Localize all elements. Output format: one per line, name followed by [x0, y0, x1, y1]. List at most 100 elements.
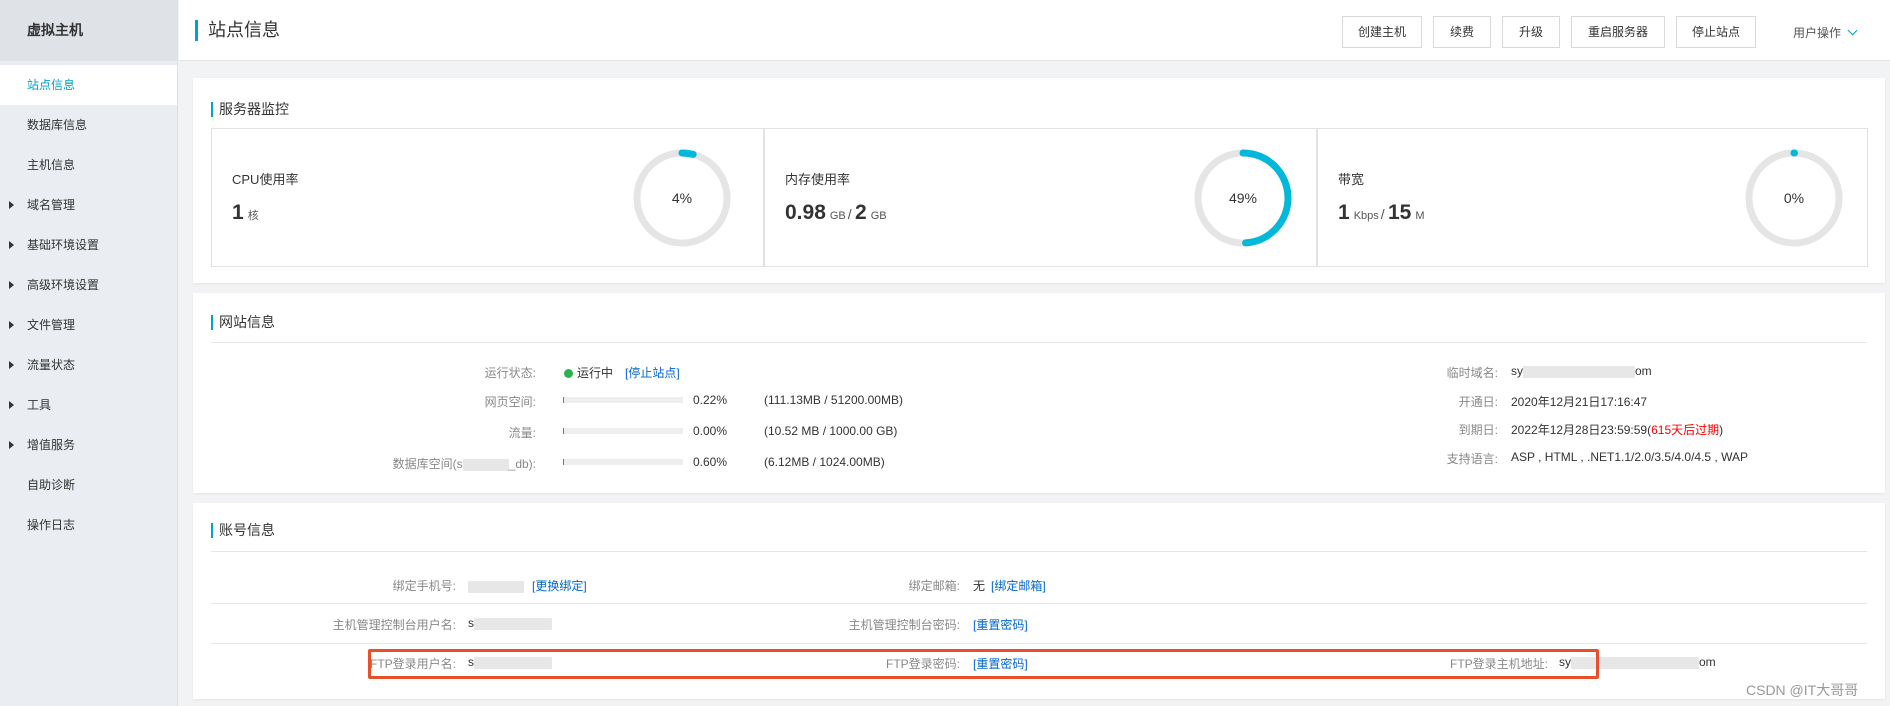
db-space-detail: (6.12MB / 1024.00MB)	[764, 455, 885, 469]
expand-arrow-icon	[9, 361, 14, 369]
web-space-progress	[563, 397, 683, 403]
traffic-label: 流量:	[508, 426, 536, 440]
create-host-button[interactable]: 创建主机	[1342, 16, 1422, 48]
restart-server-button[interactable]: 重启服务器	[1571, 16, 1665, 48]
change-binding-link[interactable]: [更换绑定]	[532, 579, 587, 593]
expire-date-label: 到期日:	[1458, 423, 1498, 437]
watermark: CSDN @IT大哥哥	[1746, 682, 1859, 698]
languages-value: ASP , HTML , .NET1.1/2.0/3.5/4.0/4.5 , W…	[1511, 450, 1748, 464]
stop-site-link[interactable]: [停止站点]	[625, 366, 680, 380]
website-info-panel: 网站信息 运行状态: 运行中 [停止站点] 网页空间: 0.22% (111.13…	[193, 293, 1885, 493]
divider	[211, 551, 1867, 552]
stop-site-button[interactable]: 停止站点	[1676, 16, 1756, 48]
divider	[211, 643, 1867, 644]
memory-usage-label: 内存使用率	[785, 172, 851, 187]
user-actions-menu[interactable]: 用户操作	[1793, 24, 1858, 41]
cpu-percent-text: 4%	[671, 190, 693, 206]
sidebar-item-database-info[interactable]: 数据库信息	[0, 105, 177, 145]
upgrade-button[interactable]: 升级	[1502, 16, 1560, 48]
sidebar-title: 虚拟主机	[0, 0, 177, 61]
temp-domain-prefix: sy	[1511, 364, 1523, 378]
memory-value: 0.98 GB/ 2 GB	[785, 201, 889, 225]
expand-arrow-icon	[9, 401, 14, 409]
sidebar-item-site-info[interactable]: 站点信息	[0, 65, 177, 105]
sidebar-item-label: 高级环境设置	[27, 278, 100, 292]
temp-domain-value: sy om	[1511, 364, 1652, 378]
bandwidth-used: 1	[1338, 201, 1350, 224]
bandwidth-card: 带宽 1 Kbps/ 15 M 0%	[1317, 128, 1868, 267]
console-reset-password-text[interactable]: [重置密码]	[973, 618, 1028, 632]
console-username-label: 主机管理控制台用户名:	[332, 618, 456, 632]
sidebar: 虚拟主机 站点信息 数据库信息 主机信息 域名管理 基础环境设置 高级环境设置 …	[0, 0, 178, 706]
masked-text	[462, 458, 509, 471]
sidebar-item-tools[interactable]: 工具	[0, 385, 177, 425]
temp-domain-suffix: om	[1635, 364, 1652, 378]
memory-used: 0.98	[785, 201, 826, 224]
divider	[211, 603, 1867, 604]
email-value: 无 [绑定邮箱]	[973, 577, 1046, 594]
memory-used-unit: GB	[829, 210, 846, 222]
ftp-host-suffix: om	[1699, 655, 1716, 669]
console-reset-password-link[interactable]: [重置密码]	[973, 616, 1028, 633]
bandwidth-value: 1 Kbps/ 15 M	[1338, 201, 1427, 225]
sidebar-item-value-added[interactable]: 增值服务	[0, 425, 177, 465]
sidebar-item-file-management[interactable]: 文件管理	[0, 305, 177, 345]
cpu-cores-value: 1核	[232, 201, 261, 225]
sidebar-item-label: 文件管理	[27, 318, 76, 332]
email-none-text: 无	[973, 579, 986, 593]
sidebar-item-label: 增值服务	[27, 438, 76, 452]
user-actions-label: 用户操作	[1793, 26, 1842, 40]
run-status-value: 运行中 [停止站点]	[564, 364, 680, 381]
bandwidth-total-unit: M	[1415, 210, 1425, 222]
traffic-percent: 0.00%	[693, 424, 728, 438]
sidebar-item-self-diagnosis[interactable]: 自助诊断	[0, 465, 177, 505]
open-date-value: 2020年12月21日17:16:47	[1511, 395, 1648, 409]
traffic-detail: (10.52 MB / 1000.00 GB)	[764, 424, 898, 438]
bandwidth-used-unit: Kbps	[1353, 210, 1379, 222]
phone-label: 绑定手机号:	[392, 579, 456, 593]
masked-text	[1523, 365, 1635, 378]
console-password-label: 主机管理控制台密码:	[848, 618, 960, 632]
server-monitor-title: 服务器监控	[211, 102, 289, 117]
memory-usage-card: 内存使用率 0.98 GB/ 2 GB 49%	[764, 128, 1317, 267]
expand-arrow-icon	[9, 201, 14, 209]
run-status-text: 运行中	[577, 366, 614, 380]
ftp-highlight-box	[368, 649, 1599, 679]
renew-button[interactable]: 续费	[1433, 16, 1491, 48]
memory-percent-text: 49%	[1228, 190, 1258, 206]
sidebar-item-host-info[interactable]: 主机信息	[0, 145, 177, 185]
temp-domain-label: 临时域名:	[1446, 366, 1498, 380]
web-space-percent: 0.22%	[693, 393, 728, 407]
sidebar-item-label: 工具	[27, 398, 52, 412]
memory-separator: /	[847, 206, 852, 222]
expand-arrow-icon	[9, 241, 14, 249]
sidebar-item-advanced-env[interactable]: 高级环境设置	[0, 265, 177, 305]
sidebar-item-label: 域名管理	[27, 198, 76, 212]
memory-total-unit: GB	[870, 210, 887, 222]
bandwidth-separator: /	[1380, 206, 1385, 222]
db-space-progress-fill	[563, 459, 564, 465]
expire-warning: 615天后过期	[1651, 423, 1720, 437]
memory-total: 2	[855, 201, 867, 224]
sidebar-item-traffic-status[interactable]: 流量状态	[0, 345, 177, 385]
masked-text	[474, 617, 552, 630]
open-date-label: 开通日:	[1458, 395, 1498, 409]
status-dot-icon	[564, 369, 573, 378]
bind-email-link[interactable]: [绑定邮箱]	[991, 579, 1046, 593]
sidebar-item-operation-log[interactable]: 操作日志	[0, 505, 177, 545]
db-space-label: 数据库空间(s _db):	[333, 455, 536, 472]
sidebar-item-basic-env[interactable]: 基础环境设置	[0, 225, 177, 265]
sidebar-item-domain-management[interactable]: 域名管理	[0, 185, 177, 225]
expire-date-value: 2022年12月28日23:59:59(615天后过期)	[1511, 421, 1723, 438]
cpu-core-count: 1	[232, 201, 244, 224]
divider	[211, 342, 1867, 343]
page-title: 站点信息	[195, 20, 280, 41]
sidebar-item-label: 基础环境设置	[27, 238, 100, 252]
web-space-detail: (111.13MB / 51200.00MB)	[764, 393, 903, 407]
phone-value: [更换绑定]	[468, 577, 587, 594]
server-monitor-panel: 服务器监控 CPU使用率 1核 4% 内存使用率 0.98 GB/ 2 GB 49%…	[193, 78, 1885, 283]
expire-close: )	[1719, 423, 1724, 437]
expand-arrow-icon	[9, 441, 14, 449]
cpu-usage-label: CPU使用率	[232, 172, 299, 187]
languages-label: 支持语言:	[1446, 452, 1498, 466]
